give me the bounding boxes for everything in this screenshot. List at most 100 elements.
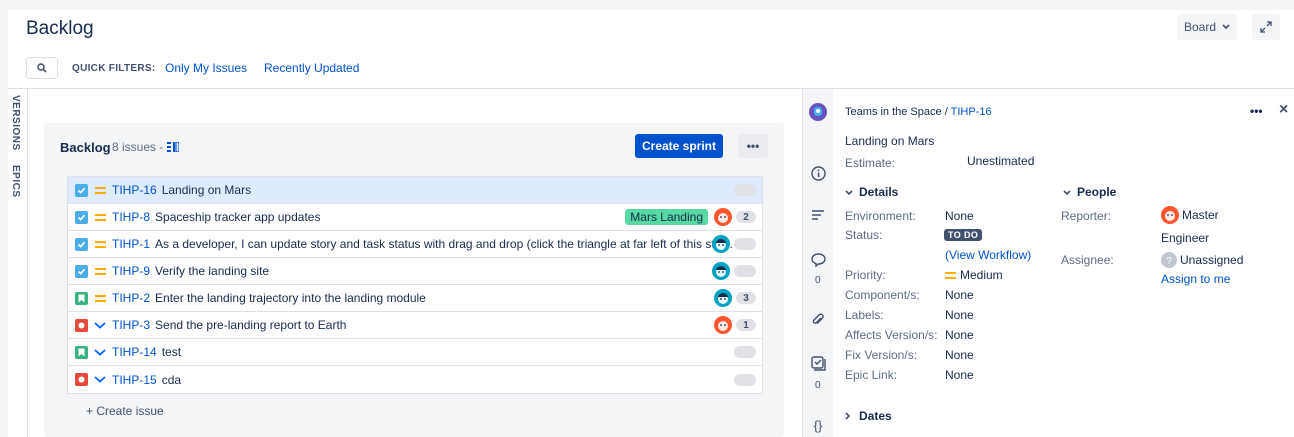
dates-heading: Dates: [859, 409, 892, 423]
priority-medium-icon: [93, 294, 107, 302]
detail-more-button[interactable]: •••: [1250, 104, 1263, 118]
breadcrumb-project[interactable]: Teams in the Space: [845, 106, 942, 118]
expand-button[interactable]: [1252, 14, 1280, 40]
chevron-right-icon: [845, 412, 851, 420]
breadcrumb-issue-key[interactable]: TIHP-16: [951, 106, 992, 118]
story-points-badge[interactable]: 3: [736, 292, 756, 304]
issue-key[interactable]: TIHP-14: [112, 345, 157, 359]
story-points-badge[interactable]: 2: [736, 211, 756, 223]
reporter-name-1: Master: [1182, 208, 1219, 222]
fix-version-value[interactable]: None: [945, 348, 974, 362]
details-toggle[interactable]: Details: [845, 185, 898, 199]
story-points-badge[interactable]: [734, 346, 756, 358]
reporter-value[interactable]: Master: [1161, 206, 1219, 224]
issue-summary: Spaceship tracker app updates: [155, 210, 321, 224]
story-points-badge[interactable]: [734, 265, 756, 277]
breadcrumb: Teams in the Space / TIHP-16: [845, 106, 992, 118]
labels-value[interactable]: None: [945, 308, 974, 322]
info-icon[interactable]: [810, 165, 826, 181]
attachment-icon[interactable]: [810, 312, 826, 328]
status-badge[interactable]: TO DO: [944, 229, 983, 241]
environment-value[interactable]: None: [945, 209, 974, 223]
estimate-value[interactable]: Unestimated: [967, 154, 1034, 168]
issue-key[interactable]: TIHP-2: [112, 291, 150, 305]
components-value[interactable]: None: [945, 288, 974, 302]
project-avatar-icon: [809, 103, 827, 121]
story-type-icon: [75, 345, 88, 359]
epic-link-label: Epic Link:: [845, 368, 898, 382]
issue-meta: 1: [714, 312, 756, 338]
issue-row[interactable]: TIHP-14 test: [68, 339, 762, 366]
priority-low-icon: [93, 321, 107, 329]
issue-key[interactable]: TIHP-16: [112, 183, 157, 197]
issue-row[interactable]: TIHP-16 Landing on Mars: [68, 177, 762, 204]
issue-key[interactable]: TIHP-1: [112, 237, 150, 251]
comment-icon[interactable]: [810, 252, 826, 268]
backlog-title: Backlog: [60, 140, 111, 155]
avatar: [714, 208, 732, 226]
avatar: [714, 289, 732, 307]
story-points-badge[interactable]: 1: [736, 319, 756, 331]
priority-low-icon: [93, 376, 107, 383]
priority-value[interactable]: Medium: [945, 268, 1003, 282]
priority-text: Medium: [960, 268, 1003, 282]
bug-type-icon: [75, 318, 88, 332]
fix-version-label: Fix Version/s:: [845, 348, 918, 362]
task-type-icon: [75, 264, 88, 278]
backlog-count: 8 issues -: [112, 140, 180, 154]
epic-lozenge[interactable]: Mars Landing: [625, 209, 708, 225]
search-button[interactable]: [26, 57, 58, 79]
issue-key[interactable]: TIHP-9: [112, 264, 150, 278]
issue-row[interactable]: TIHP-8 Spaceship tracker app updates Mars …: [68, 204, 762, 231]
affects-version-value[interactable]: None: [945, 328, 974, 342]
task-type-icon: [75, 210, 88, 224]
issue-summary[interactable]: Landing on Mars: [845, 134, 934, 148]
header-divider: [8, 88, 1294, 89]
story-points-badge[interactable]: [734, 238, 756, 250]
close-icon[interactable]: ×: [1279, 101, 1288, 119]
story-points-badge[interactable]: [734, 184, 756, 196]
chevron-down-icon: [845, 190, 853, 196]
subtask-icon[interactable]: [810, 355, 826, 371]
reporter-label: Reporter:: [1061, 209, 1112, 223]
view-workflow-link[interactable]: (View Workflow): [945, 248, 1031, 262]
components-label: Component/s:: [845, 288, 920, 302]
epic-link-value[interactable]: None: [945, 368, 974, 382]
issue-key[interactable]: TIHP-3: [112, 318, 150, 332]
issue-summary: test: [161, 345, 182, 359]
story-points-badge[interactable]: [734, 373, 756, 386]
assign-to-me-link[interactable]: Assign to me: [1161, 272, 1230, 286]
issue-meta: [734, 177, 756, 203]
side-tabs: VERSIONS EPICS: [8, 89, 28, 437]
tab-versions[interactable]: VERSIONS: [10, 95, 21, 151]
assignee-value[interactable]: ? Unassigned: [1161, 252, 1243, 268]
story-type-icon: [75, 291, 88, 305]
filter-only-my-issues[interactable]: Only My Issues: [165, 61, 247, 75]
issue-row[interactable]: TIHP-15 cda: [68, 366, 762, 393]
board-label: Board: [1183, 20, 1217, 34]
issue-key[interactable]: TIHP-8: [112, 210, 150, 224]
issue-row[interactable]: TIHP-3 Send the pre-landing report to Ear…: [68, 312, 762, 339]
description-icon[interactable]: [810, 207, 826, 223]
backlog-more-button[interactable]: •••: [738, 134, 768, 158]
environment-label: Environment:: [845, 209, 916, 223]
create-issue-button[interactable]: + Create issue: [86, 404, 164, 418]
priority-medium-icon: [945, 272, 956, 279]
breadcrumb-sep: /: [944, 106, 948, 118]
board-dropdown-button[interactable]: Board: [1177, 14, 1237, 40]
filter-recently-updated[interactable]: Recently Updated: [264, 61, 359, 75]
dates-toggle[interactable]: Dates: [845, 409, 892, 423]
priority-medium-icon: [93, 213, 107, 221]
issue-row[interactable]: TIHP-1 As a developer, I can update story…: [68, 231, 762, 258]
tab-epics[interactable]: EPICS: [10, 165, 21, 198]
issue-row[interactable]: TIHP-9 Verify the landing site: [68, 258, 762, 285]
estimate-icon[interactable]: [166, 141, 180, 153]
priority-low-icon: [93, 348, 107, 356]
create-sprint-button[interactable]: Create sprint: [635, 134, 723, 158]
search-icon: [37, 63, 47, 73]
people-toggle[interactable]: People: [1063, 185, 1116, 199]
issue-row[interactable]: TIHP-2 Enter the landing trajectory into …: [68, 285, 762, 312]
issue-key[interactable]: TIHP-15: [112, 373, 157, 387]
issue-list: TIHP-16 Landing on Mars TIHP-8 Spaceship tr…: [67, 176, 763, 394]
development-icon[interactable]: {}: [810, 417, 826, 433]
